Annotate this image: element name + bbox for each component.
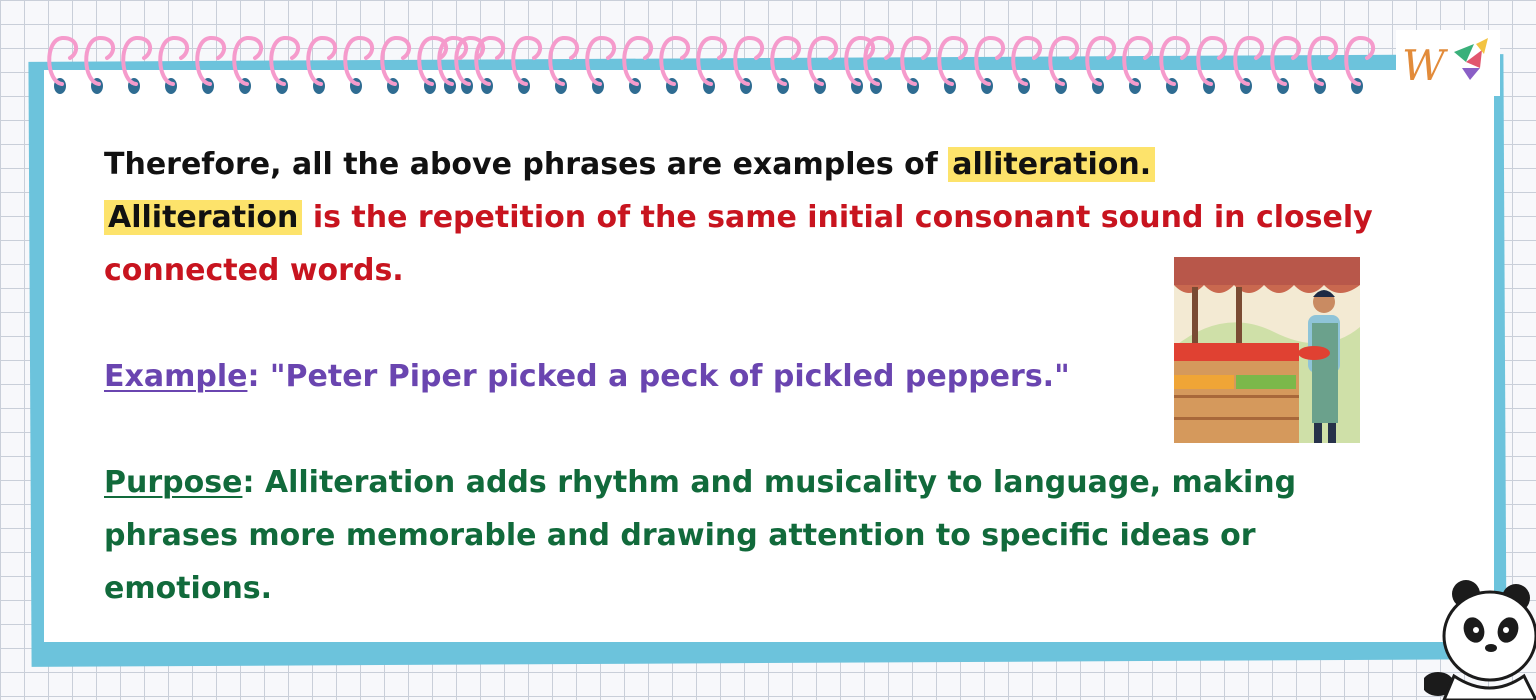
spiral-ring [1122, 36, 1154, 86]
panda-mascot [1424, 580, 1536, 700]
spiral-ring [269, 36, 301, 86]
spiral-ring [807, 36, 839, 86]
spiral-ring [1233, 36, 1265, 86]
definition-term: Alliteration [104, 200, 303, 235]
spiral-ring [158, 36, 190, 86]
spiral-ring [232, 36, 264, 86]
example-text: : "Peter Piper picked a peck of pickled … [247, 359, 1070, 394]
spiral-ring [121, 36, 153, 86]
spiral-ring [306, 36, 338, 86]
spiral-ring [733, 36, 765, 86]
spiral-ring [863, 36, 895, 86]
site-logo: W [1396, 30, 1500, 96]
spiral-ring [474, 36, 506, 86]
spiral-ring [47, 36, 79, 86]
spiral-ring [1196, 36, 1228, 86]
logo-letter: W [1402, 41, 1449, 90]
purpose-label: Purpose [104, 465, 243, 500]
spiral-ring [937, 36, 969, 86]
spiral-ring [696, 36, 728, 86]
spiral-ring [659, 36, 691, 86]
spiral-ring [1307, 36, 1339, 86]
market-vendor-illustration [1174, 257, 1360, 443]
spiral-ring [195, 36, 227, 86]
spiral-ring [1159, 36, 1191, 86]
alliteration-highlight: alliteration. [948, 147, 1156, 182]
spiral-ring [343, 36, 375, 86]
spiral-ring [1011, 36, 1043, 86]
example-label: Example [104, 359, 248, 394]
spiral-ring [622, 36, 654, 86]
spiral-ring [1344, 36, 1376, 86]
spiral-binding-rings [47, 36, 1376, 86]
spiral-ring [770, 36, 802, 86]
spiral-ring [585, 36, 617, 86]
spiral-ring [900, 36, 932, 86]
spiral-ring [1085, 36, 1117, 86]
spiral-ring [511, 36, 543, 86]
spiral-ring [974, 36, 1006, 86]
spiral-ring [548, 36, 580, 86]
conclusion-text: Therefore, all the above phrases are exa… [104, 147, 949, 182]
spiral-ring [1270, 36, 1302, 86]
conclusion-line: Therefore, all the above phrases are exa… [104, 138, 1434, 191]
purpose-text: : Alliteration adds rhythm and musicalit… [104, 465, 1297, 606]
spiral-ring [380, 36, 412, 86]
spiral-ring [1048, 36, 1080, 86]
spiral-ring [84, 36, 116, 86]
purpose: Purpose: Alliteration adds rhythm and mu… [104, 456, 1434, 615]
